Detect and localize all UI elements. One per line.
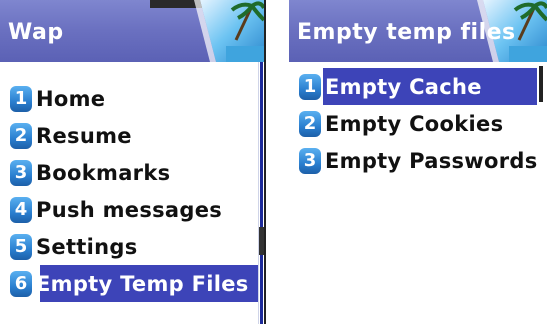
menu-item-label: Bookmarks [36,160,171,185]
wap-title: Wap [8,20,64,45]
wap-menu-list: 1 Home 2 Resume 3 Bookmarks 4 Push messa… [0,80,258,302]
menu-item-settings[interactable]: 5 Settings [0,228,258,265]
menu-item-label: Push messages [36,197,223,222]
number-5-icon: 5 [10,233,32,260]
number-3-icon: 3 [10,159,32,186]
number-2-icon: 2 [10,122,32,149]
scrollbar[interactable] [258,62,264,324]
menu-item-label: Empty Cache [325,74,482,99]
scroll-rail [260,62,263,324]
menu-item-empty-temp-files[interactable]: 6 Empty Temp Files [0,265,258,302]
menu-item-push-messages[interactable]: 4 Push messages [0,191,258,228]
menu-item-label: Resume [36,123,132,148]
number-1-icon: 1 [10,85,32,112]
scroll-thumb[interactable] [259,227,264,255]
menu-item-bookmarks[interactable]: 3 Bookmarks [0,154,258,191]
beach-palm-picture-icon [194,0,264,62]
menu-item-resume[interactable]: 2 Resume [0,117,258,154]
empty-temp-files-screen: Empty temp files 1 Empty Cache 2 Empty C… [289,0,547,324]
menu-item-empty-passwords[interactable]: 3 Empty Passwords [289,142,543,179]
menu-item-label: Home [36,86,106,111]
empty-temp-files-title-bar: Empty temp files [289,0,547,62]
number-4-icon: 4 [10,196,32,223]
number-6-icon: 6 [10,270,32,297]
scrollbar[interactable] [537,66,543,106]
menu-item-label: Empty Cookies [325,111,504,136]
empty-temp-files-title: Empty temp files [297,20,516,45]
menu-item-empty-cookies[interactable]: 2 Empty Cookies [289,105,543,142]
number-1-icon: 1 [299,73,321,100]
wap-menu-screen: Wap 1 Home 2 Resume 3 Bookmarks 4 Push m… [0,0,266,324]
number-2-icon: 2 [299,110,321,137]
menu-item-label: Settings [36,234,138,259]
menu-item-label: Empty Temp Files [36,271,249,296]
menu-item-empty-cache[interactable]: 1 Empty Cache [289,68,543,105]
empty-temp-files-list: 1 Empty Cache 2 Empty Cookies 3 Empty Pa… [289,68,543,179]
number-3-icon: 3 [299,147,321,174]
menu-item-label: Empty Passwords [325,148,538,173]
scroll-thumb[interactable] [539,66,543,102]
wap-title-bar: Wap [0,0,264,62]
menu-item-home[interactable]: 1 Home [0,80,258,117]
